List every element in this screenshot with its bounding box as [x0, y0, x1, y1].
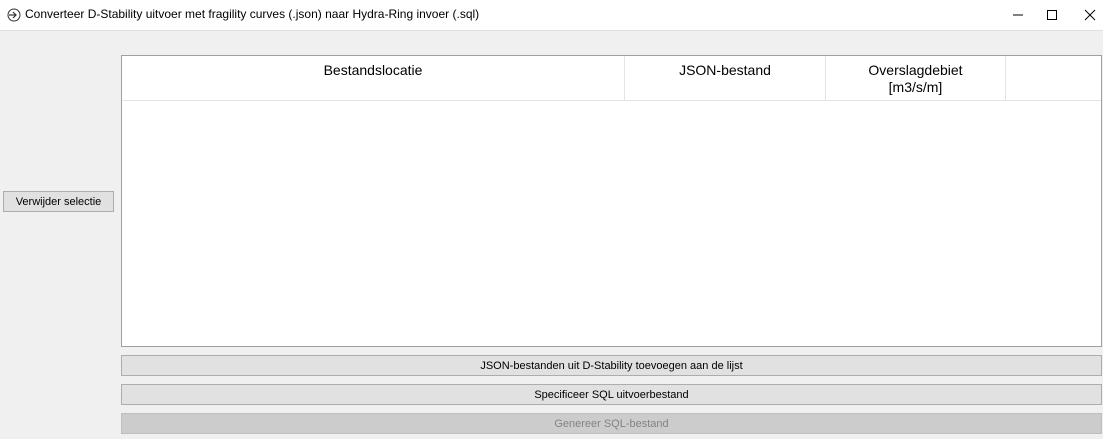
remove-selection-button[interactable]: Verwijder selectie — [3, 191, 114, 212]
generate-sql-button[interactable]: Genereer SQL-bestand — [121, 413, 1102, 434]
title-bar: Converteer D-Stability uitvoer met fragi… — [0, 0, 1103, 31]
column-header-json-file[interactable]: JSON-bestand — [625, 56, 826, 100]
column-header-overtopping-rate[interactable]: Overslagdebiet [m3/s/m] — [826, 56, 1006, 100]
file-table[interactable]: Bestandslocatie JSON-bestand Overslagdeb… — [121, 55, 1102, 347]
minimize-icon — [1013, 14, 1023, 16]
import-arrow-icon — [7, 8, 21, 22]
column-header-location[interactable]: Bestandslocatie — [122, 56, 625, 100]
column-header-label: Bestandslocatie — [323, 62, 423, 78]
add-json-files-button[interactable]: JSON-bestanden uit D-Stability toevoegen… — [121, 355, 1102, 376]
column-header-label: JSON-bestand — [679, 62, 771, 78]
column-header-unit: [m3/s/m] — [888, 79, 943, 95]
maximize-icon — [1047, 10, 1057, 20]
column-header-extra[interactable] — [1006, 56, 1101, 100]
specify-sql-output-button[interactable]: Specificeer SQL uitvoerbestand — [121, 384, 1102, 405]
table-header: Bestandslocatie JSON-bestand Overslagdeb… — [122, 56, 1101, 101]
window-title: Converteer D-Stability uitvoer met fragi… — [25, 7, 480, 21]
close-button[interactable] — [1067, 0, 1103, 30]
column-header-label: Overslagdebiet — [868, 62, 963, 78]
close-icon — [1084, 9, 1096, 21]
